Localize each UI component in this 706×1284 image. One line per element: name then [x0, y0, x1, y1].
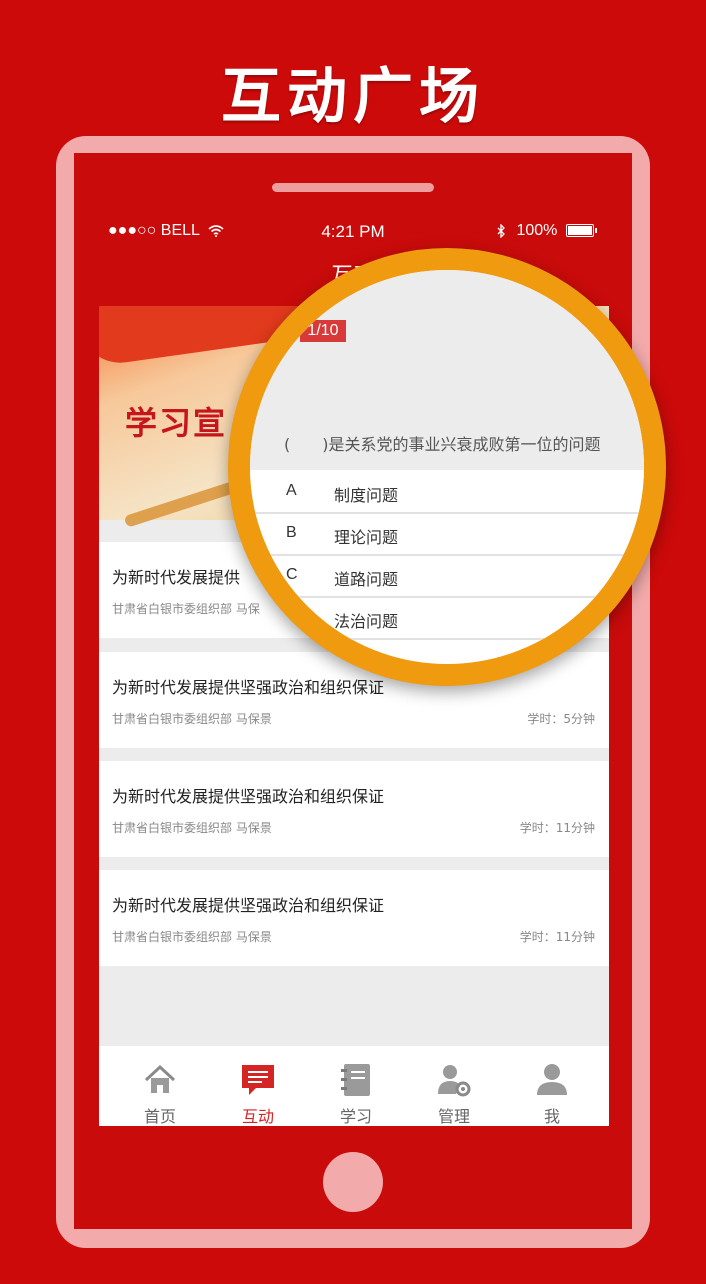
list-item[interactable]: 为新时代发展提供坚强政治和组织保证 甘肃省白银市委组织部 马保景 学时：11分钟 [99, 870, 609, 966]
article-meta: 甘肃省白银市委组织部 马保 [112, 602, 260, 616]
tab-label: 互动 [241, 1107, 274, 1126]
article-meta: 甘肃省白银市委组织部 马保景 [112, 821, 272, 835]
tab-label: 管理 [437, 1107, 470, 1126]
bluetooth-icon [497, 223, 505, 239]
tab-label: 我 [543, 1107, 560, 1126]
article-title: 为新时代发展提供坚强政治和组织保证 [112, 896, 385, 915]
battery-icon [565, 224, 597, 238]
option-text: 道路问题 [334, 570, 399, 589]
quiz-panel: 1/10 ( )是关系党的事业兴衰成败第一位的问题 A 制度问题 B 理论问题 … [250, 270, 644, 664]
question-text: ( )是关系党的事业兴衰成败第一位的问题 [284, 435, 601, 454]
option-text: 制度问题 [334, 486, 399, 505]
article-meta: 甘肃省白银市委组织部 马保景 [112, 930, 272, 944]
home-icon [144, 1064, 176, 1093]
question-progress-badge: 1/10 [300, 320, 346, 342]
article-title: 为新时代发展提供 [112, 568, 241, 587]
person-icon [537, 1064, 567, 1095]
option-text: 理论问题 [334, 528, 399, 547]
tab-me[interactable]: 我 [503, 1046, 601, 1126]
status-time: 4:21 PM [321, 222, 385, 241]
user-gear-icon [438, 1065, 471, 1097]
tab-label: 首页 [143, 1107, 176, 1126]
article-title: 为新时代发展提供坚强政治和组织保证 [112, 787, 385, 806]
tab-study[interactable]: 学习 [307, 1046, 405, 1126]
phone-home-button[interactable] [323, 1152, 383, 1212]
tab-label: 学习 [339, 1107, 372, 1126]
chat-icon [242, 1065, 274, 1095]
tab-bar: 首页 互动 学习 管理 我 [99, 1046, 609, 1126]
status-battery: 100% [496, 222, 597, 240]
battery-percent: 100% [516, 222, 558, 239]
tab-interact[interactable]: 互动 [209, 1046, 307, 1126]
list-item[interactable]: 为新时代发展提供坚强政治和组织保证 甘肃省白银市委组织部 马保景 学时：11分钟 [99, 761, 609, 857]
option-letter: B [286, 524, 297, 541]
article-time: 学时：11分钟 [519, 930, 595, 944]
tab-home[interactable]: 首页 [111, 1046, 209, 1126]
article-time: 学时：11分钟 [519, 821, 595, 835]
option-letter: C [286, 566, 298, 583]
option-a[interactable]: A 制度问题 [250, 472, 644, 514]
option-text: 法治问题 [334, 612, 399, 631]
article-meta: 甘肃省白银市委组织部 马保景 [112, 712, 272, 726]
page-headline: 互动广场 [221, 62, 485, 132]
option-letter: A [286, 482, 297, 499]
notebook-icon [341, 1064, 370, 1096]
option-d[interactable]: 法治问题 [250, 598, 644, 640]
option-c[interactable]: C 道路问题 [250, 556, 644, 598]
option-b[interactable]: B 理论问题 [250, 514, 644, 556]
banner-text: 学习宣 [125, 404, 228, 442]
article-title: 为新时代发展提供坚强政治和组织保证 [112, 678, 385, 697]
phone-speaker [272, 183, 434, 192]
article-time: 学时：5分钟 [527, 712, 595, 726]
magnifier-lens: 1/10 ( )是关系党的事业兴衰成败第一位的问题 A 制度问题 B 理论问题 … [228, 248, 666, 686]
tab-manage[interactable]: 管理 [405, 1046, 503, 1126]
